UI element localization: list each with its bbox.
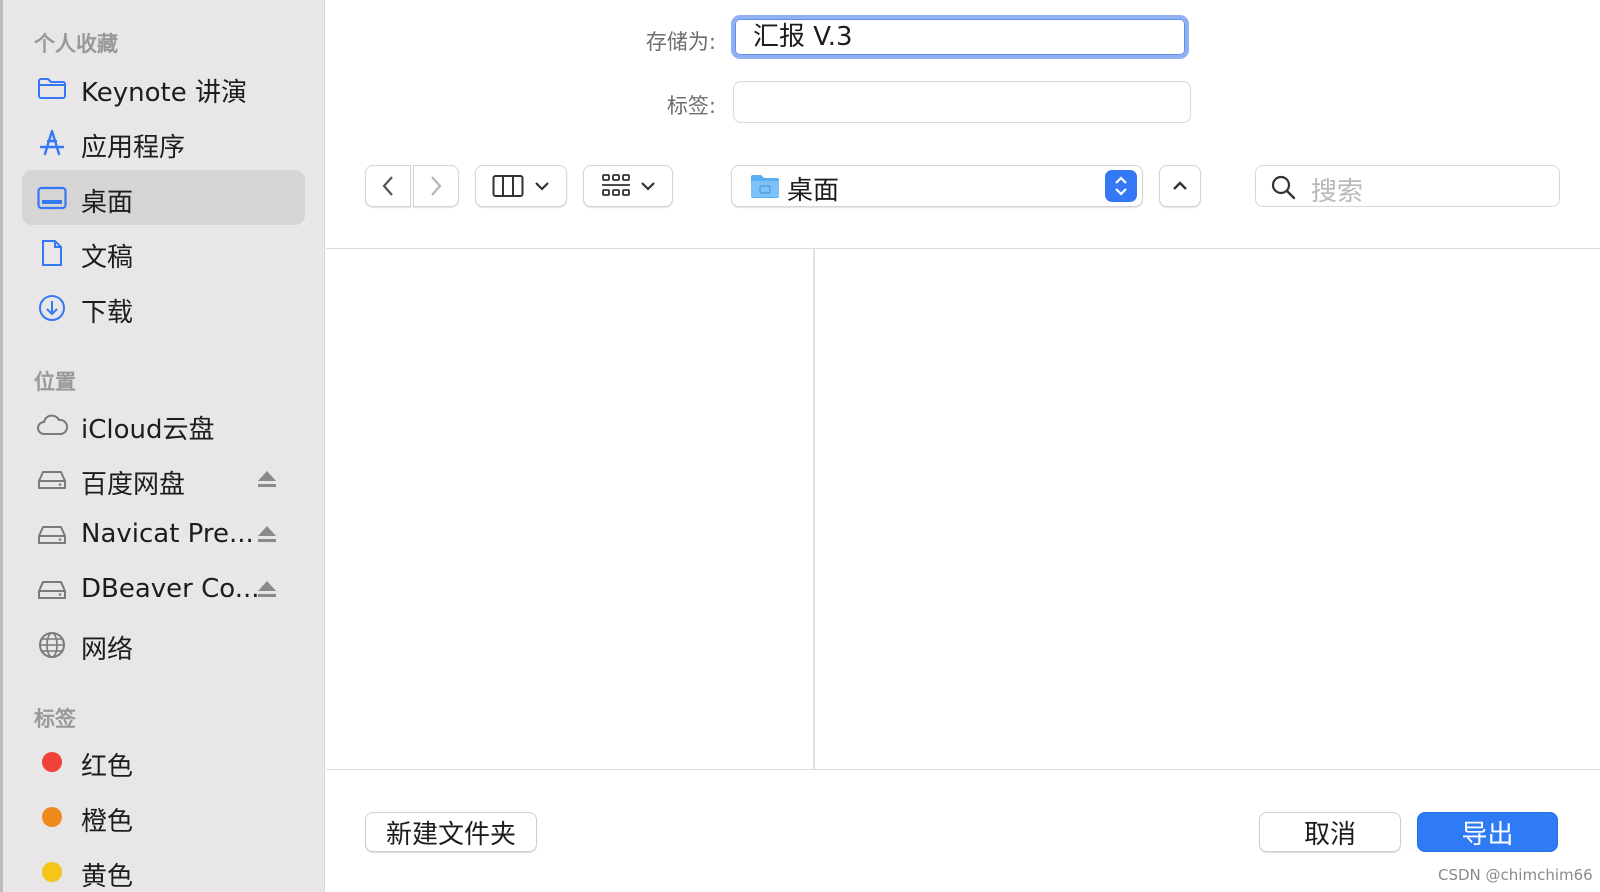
sidebar-item-tag-red[interactable]: 红色 (22, 734, 305, 789)
folder-icon (36, 73, 68, 103)
desktop-icon (36, 183, 68, 213)
sidebar-item-baidu[interactable]: 百度网盘 (22, 452, 305, 507)
column-divider[interactable] (813, 249, 815, 769)
sidebar-item-dbeaver[interactable]: DBeaver Co... (22, 562, 305, 617)
favorites-section-title: 个人收藏 (34, 32, 118, 56)
tags-input[interactable] (733, 81, 1191, 123)
search-field[interactable]: 搜索 (1255, 165, 1560, 207)
document-icon (36, 238, 68, 268)
sidebar-item-tag-yellow[interactable]: 黄色 (22, 844, 305, 892)
collapse-button[interactable] (1159, 165, 1201, 207)
search-icon (1270, 174, 1296, 204)
forward-button[interactable] (413, 165, 459, 207)
sidebar-item-label: 下载 (81, 298, 134, 328)
view-mode-button[interactable] (475, 165, 567, 207)
sidebar-item-label: 桌面 (81, 188, 134, 218)
yellow-tag-icon (36, 857, 68, 887)
drive-icon (36, 575, 68, 605)
sidebar-item-navicat[interactable]: Navicat Pre... (22, 507, 305, 562)
drive-icon (36, 520, 68, 550)
folder-icon (750, 173, 780, 203)
sidebar-item-icloud[interactable]: iCloud云盘 (22, 397, 305, 452)
network-icon (36, 630, 68, 660)
grid-icon (602, 174, 630, 196)
watermark: CSDN @chimchim66 (1438, 866, 1593, 884)
download-icon (36, 293, 68, 323)
sidebar-item-documents[interactable]: 文稿 (22, 225, 305, 280)
sidebar-item-label: 黄色 (81, 862, 134, 892)
sidebar-item-network[interactable]: 网络 (22, 617, 305, 672)
columns-view-icon (492, 175, 524, 197)
chevron-left-icon (382, 176, 393, 196)
sidebar-item-label: 应用程序 (81, 133, 186, 163)
sidebar-item-tag-orange[interactable]: 橙色 (22, 789, 305, 844)
drive-icon (36, 465, 68, 495)
orange-tag-icon (36, 802, 68, 832)
eject-icon[interactable] (256, 468, 278, 490)
sidebar-item-applications[interactable]: 应用程序 (22, 115, 305, 170)
save-dialog: 存储为: 汇报 V.3 标签: 桌面 搜索 新建文件夹 取消 导出 CSDN @… (326, 0, 1600, 892)
cloud-icon (36, 410, 68, 440)
sidebar-item-label: Navicat Pre... (81, 519, 254, 549)
tags-section-title: 标签 (34, 707, 76, 731)
location-popup[interactable]: 桌面 (731, 165, 1143, 207)
sidebar-item-label: 网络 (81, 635, 134, 665)
cancel-button[interactable]: 取消 (1259, 812, 1401, 852)
new-folder-button[interactable]: 新建文件夹 (365, 812, 537, 852)
location-label: 桌面 (787, 176, 840, 206)
chevron-right-icon (431, 176, 442, 196)
sidebar-item-label: 橙色 (81, 807, 134, 837)
tags-label: 标签: (666, 94, 716, 118)
sidebar-item-label: DBeaver Co... (81, 574, 260, 604)
locations-section-title: 位置 (34, 370, 76, 394)
chevron-down-icon (641, 182, 655, 191)
save-as-input[interactable]: 汇报 V.3 (731, 15, 1189, 59)
sidebar-item-label: 文稿 (81, 243, 134, 273)
sidebar-item-label: 红色 (81, 752, 134, 782)
red-tag-icon (36, 747, 68, 777)
applications-icon (36, 128, 68, 158)
chevron-up-icon (1173, 181, 1187, 190)
sidebar-item-keynote[interactable]: Keynote 讲演 (22, 60, 305, 115)
updown-stepper-icon (1105, 170, 1137, 202)
sidebar-item-label: 百度网盘 (81, 470, 186, 500)
sidebar-item-label: Keynote 讲演 (81, 78, 247, 108)
back-button[interactable] (365, 165, 411, 207)
chevron-down-icon (535, 182, 549, 191)
eject-icon[interactable] (256, 578, 278, 600)
save-as-label: 存储为: (645, 30, 716, 54)
sidebar-item-desktop[interactable]: 桌面 (22, 170, 305, 225)
sidebar-item-downloads[interactable]: 下载 (22, 280, 305, 335)
export-button[interactable]: 导出 (1417, 812, 1558, 852)
group-button[interactable] (583, 165, 673, 207)
sidebar-item-label: iCloud云盘 (81, 415, 215, 445)
eject-icon[interactable] (256, 523, 278, 545)
search-placeholder: 搜索 (1311, 177, 1364, 207)
sidebar: 个人收藏 Keynote 讲演 应用程序 桌面 文稿 下载 位置 iCloud云… (0, 0, 325, 892)
file-browser[interactable] (326, 248, 1600, 770)
